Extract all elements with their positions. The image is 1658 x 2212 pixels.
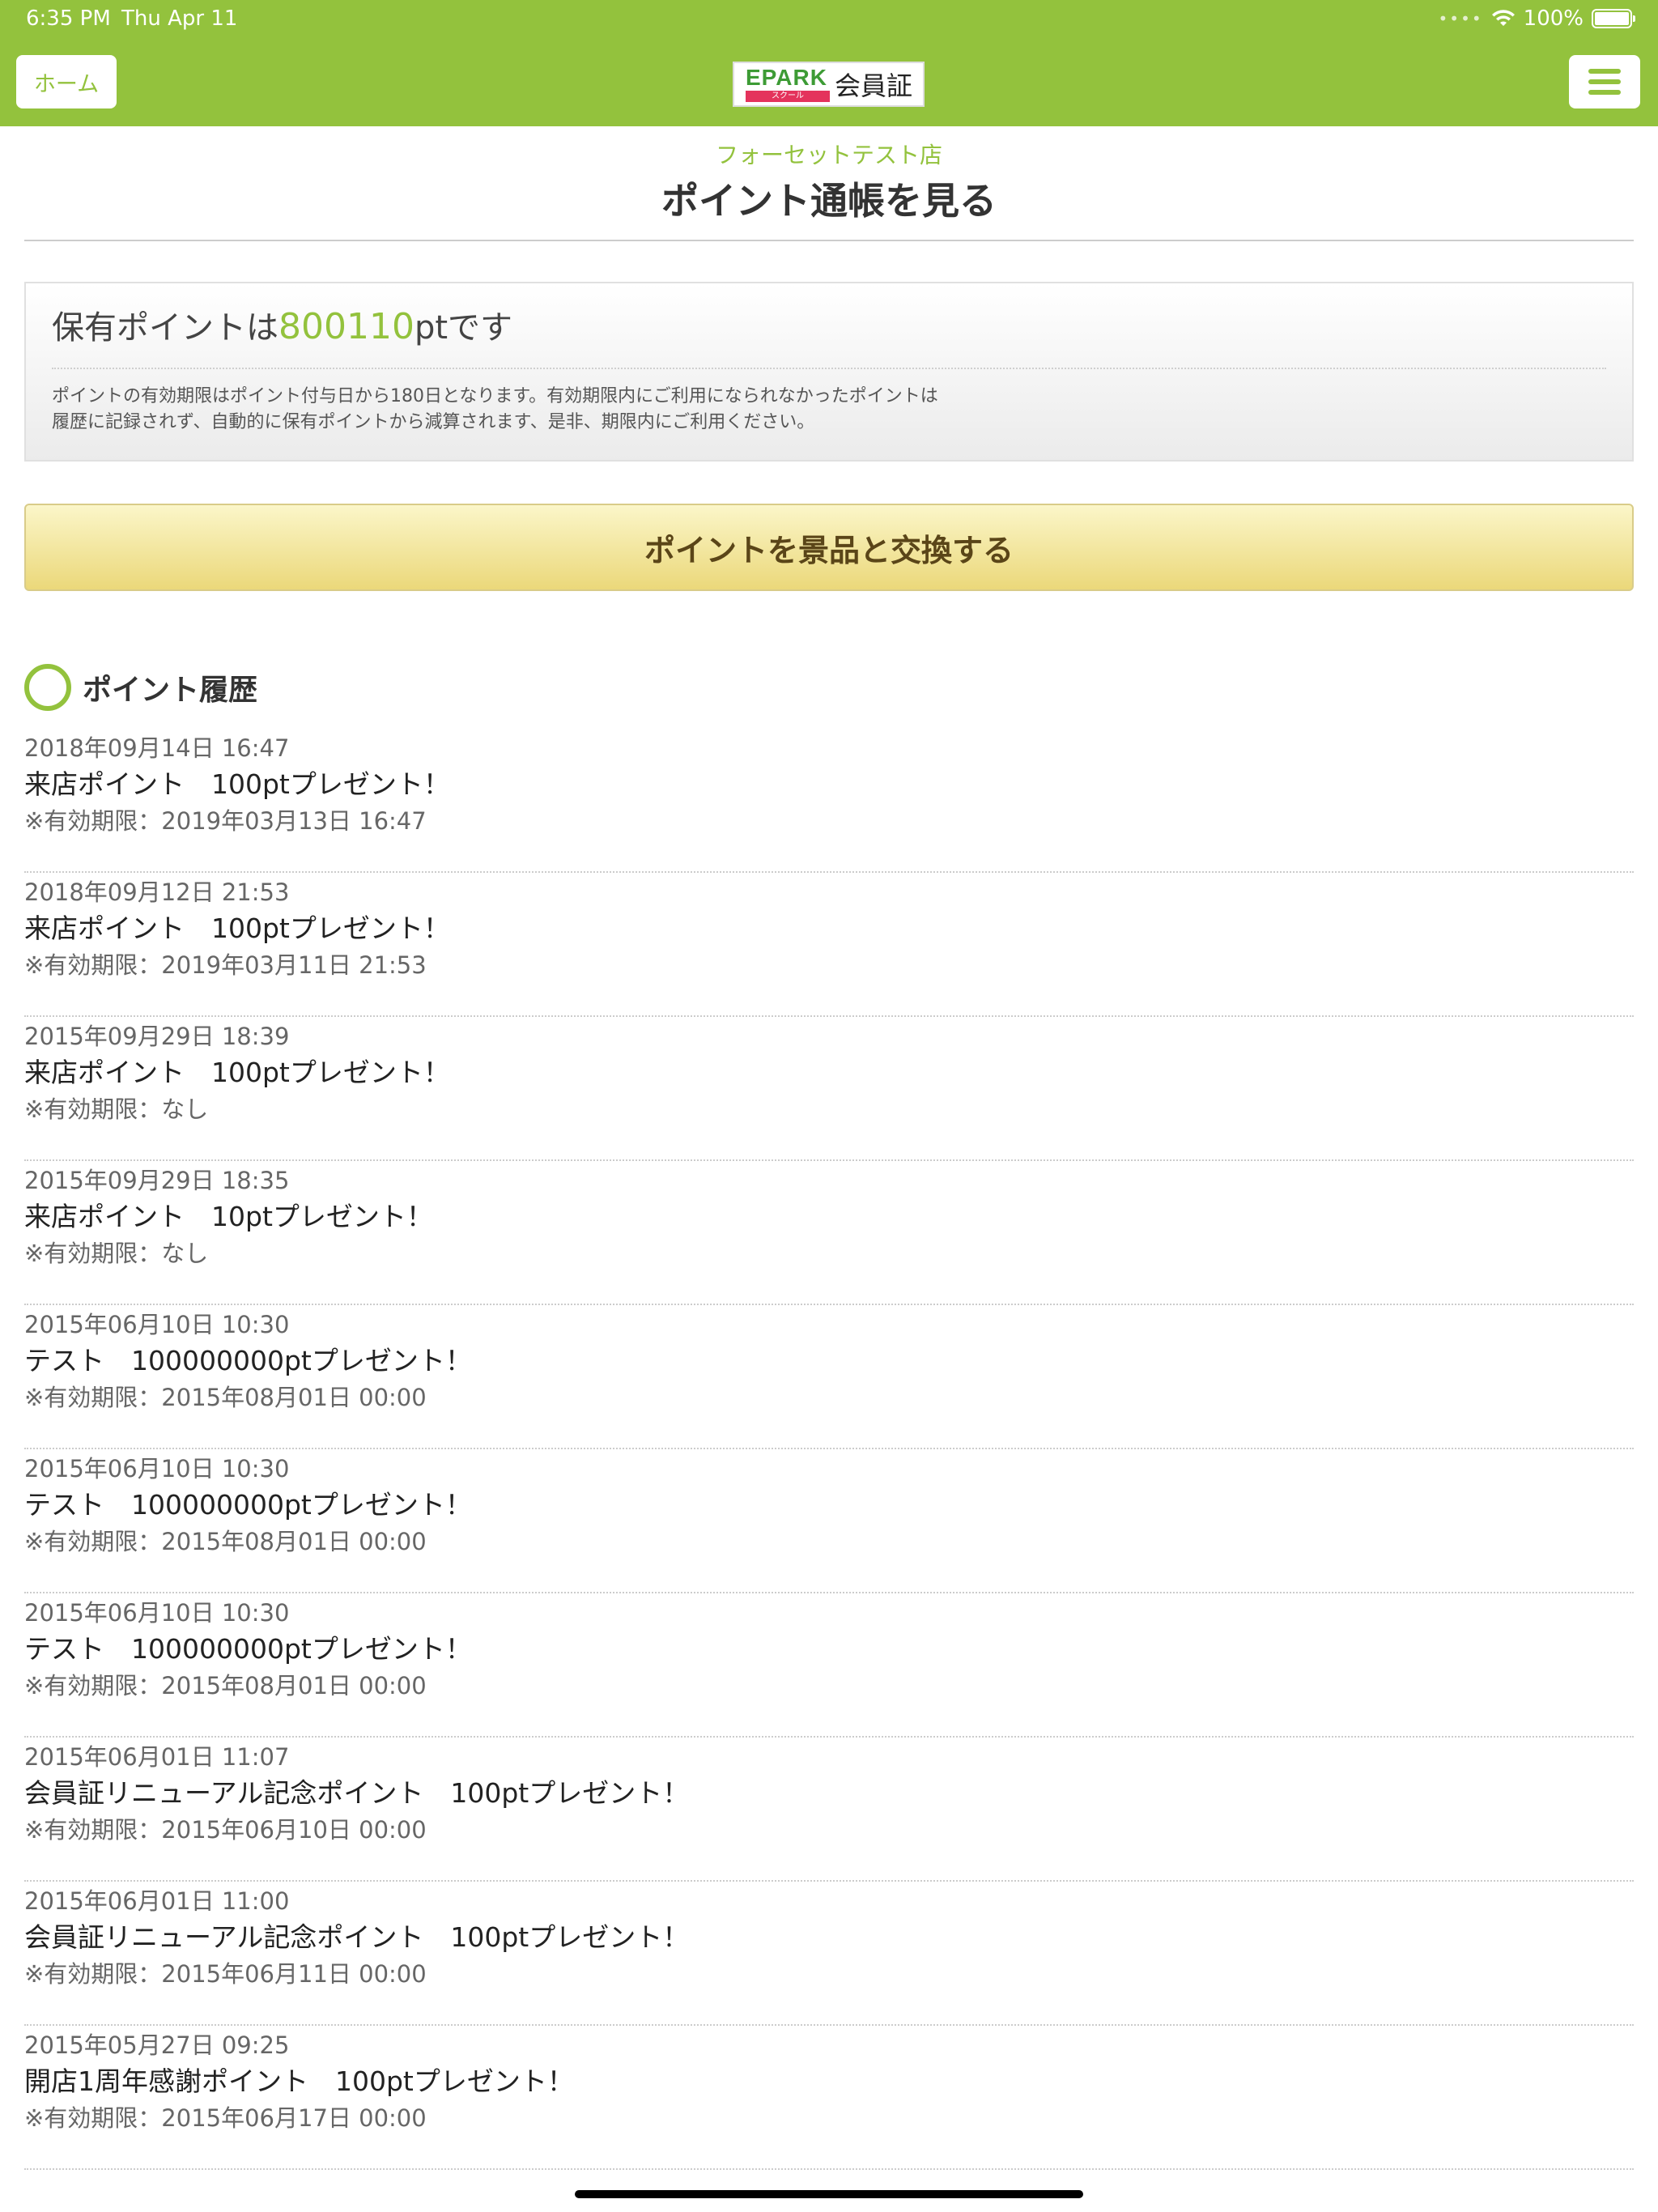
history-description: 来店ポイント 10ptプレゼント！ xyxy=(24,1201,433,1232)
points-value: 800110 xyxy=(278,306,414,347)
history-item: 2015年09月29日 18:39 来店ポイント 100ptプレゼント！ ※有効期限… xyxy=(24,1017,1634,1161)
history-datetime: 2018年09月14日 16:47 xyxy=(24,734,290,762)
history-description: 会員証リニューアル記念ポイント 100ptプレゼント！ xyxy=(24,1921,690,1953)
history-expiry: ※有効期限：なし xyxy=(24,1095,209,1123)
history-datetime: 2015年06月10日 10:30 xyxy=(24,1455,290,1482)
history-expiry: ※有効期限：2015年06月17日 00:00 xyxy=(24,2104,427,2132)
history-datetime: 2015年06月10日 10:30 xyxy=(24,1599,290,1627)
history-description: 開店1周年感謝ポイント 100ptプレゼント！ xyxy=(24,2065,574,2097)
points-divider xyxy=(52,368,1606,369)
history-datetime: 2015年05月27日 09:25 xyxy=(24,2031,290,2059)
history-description: 来店ポイント 100ptプレゼント！ xyxy=(24,768,450,800)
history-datetime: 2015年06月01日 11:07 xyxy=(24,1743,290,1771)
menu-button[interactable] xyxy=(1569,55,1640,108)
notice-line: ポイントの有効期限はポイント付与日から180日となります。有効期限内にご利用にな… xyxy=(52,386,938,406)
history-datetime: 2015年06月01日 11:00 xyxy=(24,1887,290,1915)
history-datetime: 2015年09月29日 18:35 xyxy=(24,1167,290,1194)
battery-icon xyxy=(1592,9,1635,28)
history-item: 2018年09月12日 21:53 来店ポイント 100ptプレゼント！ ※有効期限… xyxy=(24,873,1634,1017)
history-item: 2018年09月14日 16:47 来店ポイント 100ptプレゼント！ ※有効期限… xyxy=(24,729,1634,873)
wifi-icon xyxy=(1491,10,1515,26)
history-datetime: 2015年09月29日 18:39 xyxy=(24,1023,290,1050)
logo-brand: EPARK xyxy=(746,65,827,90)
history-expiry: ※有効期限：2019年03月13日 16:47 xyxy=(24,807,427,835)
circle-icon xyxy=(24,664,71,711)
home-button[interactable]: ホーム xyxy=(16,55,117,108)
history-expiry: ※有効期限：2015年08月01日 00:00 xyxy=(24,1384,427,1411)
history-item: 2015年06月10日 10:30 テスト 100000000ptプレゼント！ ※有… xyxy=(24,1449,1634,1593)
history-title: ポイント履歴 xyxy=(83,674,258,707)
history-description: 会員証リニューアル記念ポイント 100ptプレゼント！ xyxy=(24,1777,690,1809)
history-list: 2018年09月14日 16:47 来店ポイント 100ptプレゼント！ ※有効期限… xyxy=(24,729,1634,2170)
page-title: ポイント通帳を見る xyxy=(661,179,997,223)
battery-percent: 100% xyxy=(1523,6,1584,31)
history-header: ポイント履歴 xyxy=(24,664,257,711)
history-item: 2015年06月10日 10:30 テスト 100000000ptプレゼント！ ※有… xyxy=(24,1593,1634,1738)
title-divider xyxy=(24,240,1634,241)
history-item: 2015年09月29日 18:35 来店ポイント 10ptプレゼント！ ※有効期限：… xyxy=(24,1161,1634,1305)
history-item: 2015年06月01日 11:07 会員証リニューアル記念ポイント 100ptプレ… xyxy=(24,1738,1634,1882)
status-date: Thu Apr 11 xyxy=(121,6,238,31)
store-name: フォーセットテスト店 xyxy=(715,142,942,168)
history-item: 2015年06月01日 11:00 会員証リニューアル記念ポイント 100ptプレ… xyxy=(24,1882,1634,2026)
points-suffix: ptです xyxy=(414,309,513,347)
points-balance: 保有ポイントは800110ptです xyxy=(52,301,512,348)
hamburger-icon xyxy=(1588,69,1621,74)
history-description: 来店ポイント 100ptプレゼント！ xyxy=(24,1057,450,1088)
status-bar: 6:35 PM Thu Apr 11 •••• 100% xyxy=(26,6,1635,32)
history-item: 2015年06月10日 10:30 テスト 100000000ptプレゼント！ ※有… xyxy=(24,1305,1634,1449)
status-time: 6:35 PM xyxy=(26,6,111,31)
history-expiry: ※有効期限：2015年06月11日 00:00 xyxy=(24,1960,427,1988)
history-description: テスト 100000000ptプレゼント！ xyxy=(24,1345,472,1376)
history-expiry: ※有効期限：2015年08月01日 00:00 xyxy=(24,1528,427,1555)
expiry-notice: ポイントの有効期限はポイント付与日から180日となります。有効期限内にご利用にな… xyxy=(52,384,1104,436)
status-indicators: •••• 100% xyxy=(1438,6,1635,31)
history-expiry: ※有効期限：2015年08月01日 00:00 xyxy=(24,1672,427,1699)
history-item: 2015年05月27日 09:25 開店1周年感謝ポイント 100ptプレゼント！… xyxy=(24,2026,1634,2170)
app-header: 6:35 PM Thu Apr 11 •••• 100% ホーム EPARK ス… xyxy=(0,0,1658,126)
home-indicator xyxy=(575,2190,1083,2198)
logo-title: 会員証 xyxy=(835,70,913,101)
history-expiry: ※有効期限：2015年06月10日 00:00 xyxy=(24,1816,427,1844)
points-summary: 保有ポイントは800110ptです ポイントの有効期限はポイント付与日から180… xyxy=(24,282,1634,462)
epark-logo: EPARK スクール 会員証 xyxy=(733,62,925,107)
notice-line: 履歴に記録されず、自動的に保有ポイントから減算されます、是非、期限内にご利用くだ… xyxy=(52,412,815,432)
history-expiry: ※有効期限：2019年03月11日 21:53 xyxy=(24,951,427,979)
exchange-points-button[interactable]: ポイントを景品と交換する xyxy=(24,504,1634,591)
history-expiry: ※有効期限：なし xyxy=(24,1240,209,1267)
history-datetime: 2018年09月12日 21:53 xyxy=(24,878,290,906)
history-datetime: 2015年06月10日 10:30 xyxy=(24,1311,290,1338)
points-prefix: 保有ポイントは xyxy=(52,309,278,347)
signal-icon: •••• xyxy=(1438,9,1483,28)
logo-sub: スクール xyxy=(746,91,830,102)
history-description: テスト 100000000ptプレゼント！ xyxy=(24,1633,472,1665)
history-description: 来店ポイント 100ptプレゼント！ xyxy=(24,912,450,944)
history-description: テスト 100000000ptプレゼント！ xyxy=(24,1489,472,1521)
